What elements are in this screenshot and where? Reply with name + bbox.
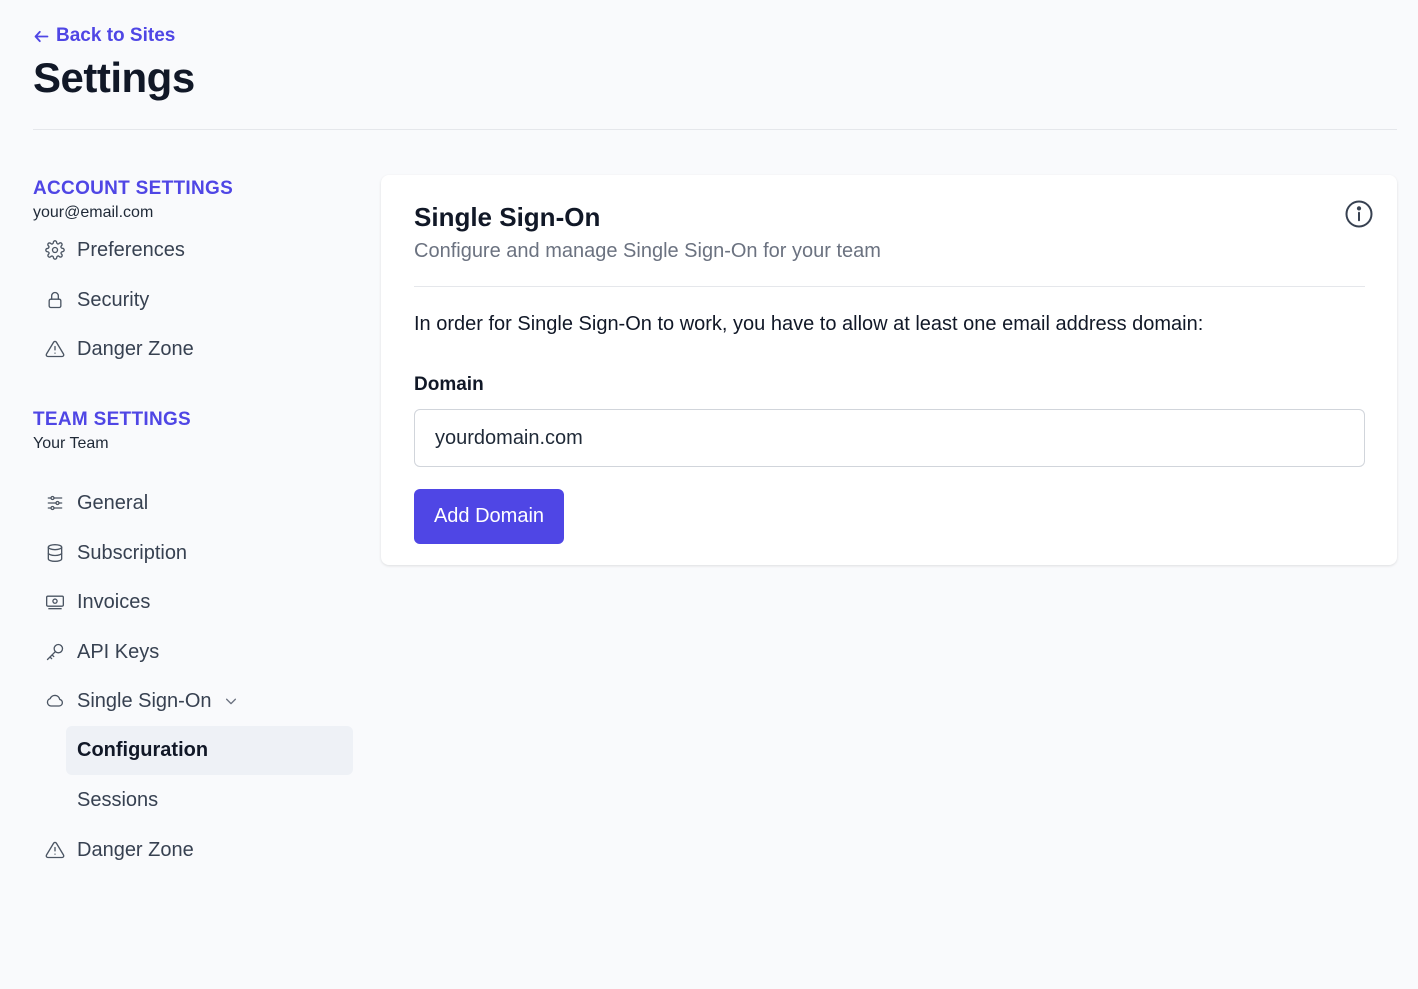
warning-icon xyxy=(44,839,66,861)
team-name: Your Team xyxy=(33,435,109,452)
account-settings-heading: ACCOUNT SETTINGS xyxy=(33,178,234,199)
sidebar-item-api-keys[interactable]: API Keys xyxy=(33,629,353,675)
sidebar-item-single-sign-on[interactable]: Single Sign-On xyxy=(33,678,353,724)
settings-page: Back to Sites Settings ACCOUNT SETTINGS … xyxy=(0,0,1418,989)
card-description: Configure and manage Single Sign-On for … xyxy=(414,240,881,262)
lock-icon xyxy=(44,289,66,311)
sidebar-item-label: Preferences xyxy=(77,238,185,261)
sidebar-item-label: Single Sign-On xyxy=(77,689,212,712)
arrow-left-icon xyxy=(34,30,49,42)
sidebar-item-label: General xyxy=(77,491,149,514)
account-email: your@email.com xyxy=(33,204,154,221)
sidebar-item-label: Security xyxy=(77,288,150,311)
page-title: Settings xyxy=(33,54,195,101)
database-icon xyxy=(44,542,66,564)
sidebar-item-preferences[interactable]: Preferences xyxy=(33,227,353,273)
sso-configuration-card: Single Sign-On Configure and manage Sing… xyxy=(381,175,1397,565)
sidebar-item-security[interactable]: Security xyxy=(33,277,353,323)
banknote-icon xyxy=(44,591,66,613)
sidebar-subitem-sessions[interactable]: Sessions xyxy=(66,776,353,825)
chevron-down-icon xyxy=(224,694,238,708)
warning-icon xyxy=(44,338,66,360)
header-divider xyxy=(33,129,1397,130)
add-domain-button[interactable]: Add Domain xyxy=(414,489,564,544)
info-icon[interactable] xyxy=(1344,199,1374,229)
cloud-icon xyxy=(44,690,66,712)
sidebar-item-subscription[interactable]: Subscription xyxy=(33,530,353,576)
sliders-icon xyxy=(44,492,66,514)
card-divider xyxy=(414,286,1365,287)
team-settings-heading: TEAM SETTINGS xyxy=(33,409,192,430)
sidebar-item-invoices[interactable]: Invoices xyxy=(33,579,353,625)
sidebar-item-general[interactable]: General xyxy=(33,480,353,526)
sidebar-item-team-danger-zone[interactable]: Danger Zone xyxy=(33,827,353,873)
domain-field-label: Domain xyxy=(414,374,484,395)
key-icon xyxy=(44,641,66,663)
back-to-sites-link[interactable]: Back to Sites xyxy=(33,25,175,47)
sidebar-subitem-configuration[interactable]: Configuration xyxy=(66,726,353,775)
sidebar-item-label: API Keys xyxy=(77,640,160,663)
back-link-label: Back to Sites xyxy=(56,25,176,46)
card-title: Single Sign-On xyxy=(414,202,601,232)
sidebar-item-label: Danger Zone xyxy=(77,838,194,861)
sidebar-item-label: Invoices xyxy=(77,590,151,613)
gear-icon xyxy=(44,239,66,261)
sso-instruction-text: In order for Single Sign-On to work, you… xyxy=(414,313,1204,335)
sidebar-item-label: Danger Zone xyxy=(77,337,194,360)
sidebar-item-label: Subscription xyxy=(77,541,188,564)
domain-input[interactable] xyxy=(414,409,1365,467)
sidebar-item-account-danger-zone[interactable]: Danger Zone xyxy=(33,326,353,372)
